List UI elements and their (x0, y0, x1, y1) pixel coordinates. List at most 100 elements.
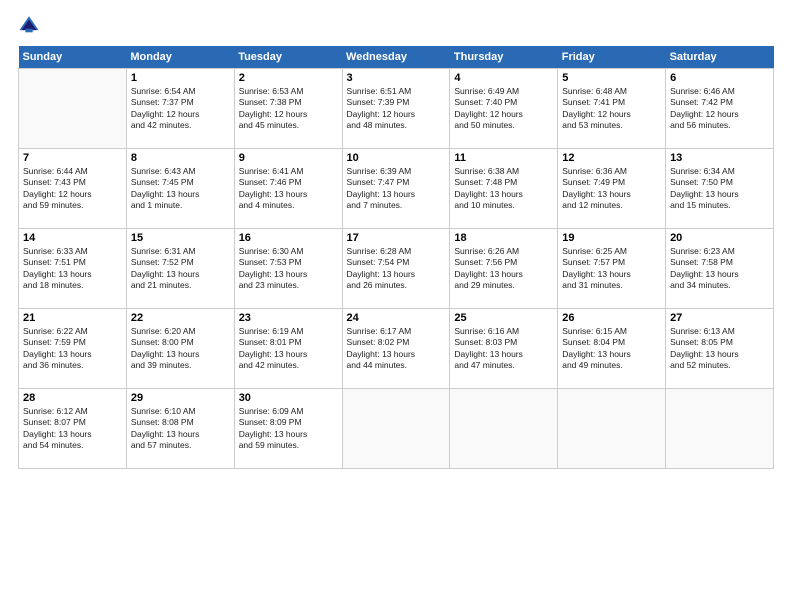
day-cell: 19 Sunrise: 6:25 AMSunset: 7:57 PMDayligh… (558, 229, 666, 309)
day-number: 4 (454, 72, 553, 84)
day-info: Sunrise: 6:17 AMSunset: 8:02 PMDaylight:… (347, 326, 446, 372)
day-number: 2 (239, 72, 338, 84)
day-cell: 29Sunrise: 6:10 AMSunset: 8:08 PMDayligh… (126, 389, 234, 469)
logo-icon (18, 14, 40, 36)
day-info: Sunrise: 6:16 AMSunset: 8:03 PMDaylight:… (454, 326, 553, 372)
day-cell: 14 Sunrise: 6:33 AMSunset: 7:51 PMDayligh… (19, 229, 127, 309)
day-info: Sunrise: 6:44 AMSunset: 7:43 PMDaylight:… (23, 166, 122, 212)
day-cell: 5Sunrise: 6:48 AMSunset: 7:41 PMDaylight… (558, 69, 666, 149)
day-number: 23 (239, 312, 338, 324)
header (18, 14, 774, 36)
day-cell: 13 Sunrise: 6:34 AMSunset: 7:50 PMDayligh… (666, 149, 774, 229)
day-cell (342, 389, 450, 469)
day-number: 19 (562, 232, 661, 244)
day-info: Sunrise: 6:46 AMSunset: 7:42 PMDaylight:… (670, 86, 769, 132)
day-number: 7 (23, 152, 122, 164)
day-cell: 22 Sunrise: 6:20 AMSunset: 8:00 PMDayligh… (126, 309, 234, 389)
day-number: 6 (670, 72, 769, 84)
day-info: Sunrise: 6:38 AMSunset: 7:48 PMDaylight:… (454, 166, 553, 212)
day-info: Sunrise: 6:26 AMSunset: 7:56 PMDaylight:… (454, 246, 553, 292)
day-number: 16 (239, 232, 338, 244)
day-cell (558, 389, 666, 469)
week-row-0: 1 Sunrise: 6:54 AMSunset: 7:37 PMDaylight… (19, 69, 774, 149)
day-cell: 24 Sunrise: 6:17 AMSunset: 8:02 PMDayligh… (342, 309, 450, 389)
header-monday: Monday (126, 46, 234, 69)
logo (18, 14, 44, 36)
day-info: Sunrise: 6:31 AMSunset: 7:52 PMDaylight:… (131, 246, 230, 292)
day-info: Sunrise: 6:53 AMSunset: 7:38 PMDaylight:… (239, 86, 338, 132)
day-number: 17 (347, 232, 446, 244)
day-cell (666, 389, 774, 469)
day-cell: 11 Sunrise: 6:38 AMSunset: 7:48 PMDayligh… (450, 149, 558, 229)
day-cell: 21 Sunrise: 6:22 AMSunset: 7:59 PMDayligh… (19, 309, 127, 389)
header-friday: Friday (558, 46, 666, 69)
day-cell: 23 Sunrise: 6:19 AMSunset: 8:01 PMDayligh… (234, 309, 342, 389)
day-info: Sunrise: 6:28 AMSunset: 7:54 PMDaylight:… (347, 246, 446, 292)
day-cell: 30Sunrise: 6:09 AMSunset: 8:09 PMDayligh… (234, 389, 342, 469)
header-thursday: Thursday (450, 46, 558, 69)
day-info: Sunrise: 6:20 AMSunset: 8:00 PMDaylight:… (131, 326, 230, 372)
day-info: Sunrise: 6:34 AMSunset: 7:50 PMDaylight:… (670, 166, 769, 212)
header-row: SundayMondayTuesdayWednesdayThursdayFrid… (19, 46, 774, 69)
week-row-4: 28 Sunrise: 6:12 AMSunset: 8:07 PMDayligh… (19, 389, 774, 469)
day-cell: 15 Sunrise: 6:31 AMSunset: 7:52 PMDayligh… (126, 229, 234, 309)
day-number: 21 (23, 312, 122, 324)
day-number: 25 (454, 312, 553, 324)
day-number: 20 (670, 232, 769, 244)
day-info: Sunrise: 6:39 AMSunset: 7:47 PMDaylight:… (347, 166, 446, 212)
day-cell: 17 Sunrise: 6:28 AMSunset: 7:54 PMDayligh… (342, 229, 450, 309)
week-row-2: 14 Sunrise: 6:33 AMSunset: 7:51 PMDayligh… (19, 229, 774, 309)
day-number: 26 (562, 312, 661, 324)
day-cell: 3Sunrise: 6:51 AMSunset: 7:39 PMDaylight… (342, 69, 450, 149)
day-info: Sunrise: 6:43 AMSunset: 7:45 PMDaylight:… (131, 166, 230, 212)
day-info: Sunrise: 6:49 AMSunset: 7:40 PMDaylight:… (454, 86, 553, 132)
day-info: Sunrise: 6:23 AMSunset: 7:58 PMDaylight:… (670, 246, 769, 292)
day-info: Sunrise: 6:09 AMSunset: 8:09 PMDaylight:… (239, 406, 338, 452)
day-number: 9 (239, 152, 338, 164)
day-info: Sunrise: 6:54 AMSunset: 7:37 PMDaylight:… (131, 86, 230, 132)
day-number: 12 (562, 152, 661, 164)
day-info: Sunrise: 6:13 AMSunset: 8:05 PMDaylight:… (670, 326, 769, 372)
day-number: 8 (131, 152, 230, 164)
day-number: 13 (670, 152, 769, 164)
header-tuesday: Tuesday (234, 46, 342, 69)
header-sunday: Sunday (19, 46, 127, 69)
header-wednesday: Wednesday (342, 46, 450, 69)
calendar-table: SundayMondayTuesdayWednesdayThursdayFrid… (18, 46, 774, 469)
day-number: 14 (23, 232, 122, 244)
day-number: 28 (23, 392, 122, 404)
day-cell: 25 Sunrise: 6:16 AMSunset: 8:03 PMDayligh… (450, 309, 558, 389)
day-number: 10 (347, 152, 446, 164)
day-info: Sunrise: 6:30 AMSunset: 7:53 PMDaylight:… (239, 246, 338, 292)
day-cell: 27Sunrise: 6:13 AMSunset: 8:05 PMDayligh… (666, 309, 774, 389)
day-info: Sunrise: 6:15 AMSunset: 8:04 PMDaylight:… (562, 326, 661, 372)
day-number: 11 (454, 152, 553, 164)
day-info: Sunrise: 6:10 AMSunset: 8:08 PMDaylight:… (131, 406, 230, 452)
day-number: 22 (131, 312, 230, 324)
day-cell: 7 Sunrise: 6:44 AMSunset: 7:43 PMDaylight… (19, 149, 127, 229)
day-cell: 28 Sunrise: 6:12 AMSunset: 8:07 PMDayligh… (19, 389, 127, 469)
day-number: 24 (347, 312, 446, 324)
header-saturday: Saturday (666, 46, 774, 69)
day-number: 5 (562, 72, 661, 84)
day-cell: 26 Sunrise: 6:15 AMSunset: 8:04 PMDayligh… (558, 309, 666, 389)
day-info: Sunrise: 6:36 AMSunset: 7:49 PMDaylight:… (562, 166, 661, 212)
day-cell: 6 Sunrise: 6:46 AMSunset: 7:42 PMDaylight… (666, 69, 774, 149)
day-number: 1 (131, 72, 230, 84)
week-row-1: 7 Sunrise: 6:44 AMSunset: 7:43 PMDaylight… (19, 149, 774, 229)
day-info: Sunrise: 6:41 AMSunset: 7:46 PMDaylight:… (239, 166, 338, 212)
day-cell: 9 Sunrise: 6:41 AMSunset: 7:46 PMDaylight… (234, 149, 342, 229)
day-info: Sunrise: 6:12 AMSunset: 8:07 PMDaylight:… (23, 406, 122, 452)
day-cell: 12 Sunrise: 6:36 AMSunset: 7:49 PMDayligh… (558, 149, 666, 229)
day-number: 15 (131, 232, 230, 244)
day-info: Sunrise: 6:22 AMSunset: 7:59 PMDaylight:… (23, 326, 122, 372)
day-cell: 16 Sunrise: 6:30 AMSunset: 7:53 PMDayligh… (234, 229, 342, 309)
day-info: Sunrise: 6:19 AMSunset: 8:01 PMDaylight:… (239, 326, 338, 372)
day-cell: 10 Sunrise: 6:39 AMSunset: 7:47 PMDayligh… (342, 149, 450, 229)
day-cell (450, 389, 558, 469)
page: SundayMondayTuesdayWednesdayThursdayFrid… (0, 0, 792, 612)
week-row-3: 21 Sunrise: 6:22 AMSunset: 7:59 PMDayligh… (19, 309, 774, 389)
day-cell: 2 Sunrise: 6:53 AMSunset: 7:38 PMDaylight… (234, 69, 342, 149)
day-info: Sunrise: 6:33 AMSunset: 7:51 PMDaylight:… (23, 246, 122, 292)
day-info: Sunrise: 6:25 AMSunset: 7:57 PMDaylight:… (562, 246, 661, 292)
